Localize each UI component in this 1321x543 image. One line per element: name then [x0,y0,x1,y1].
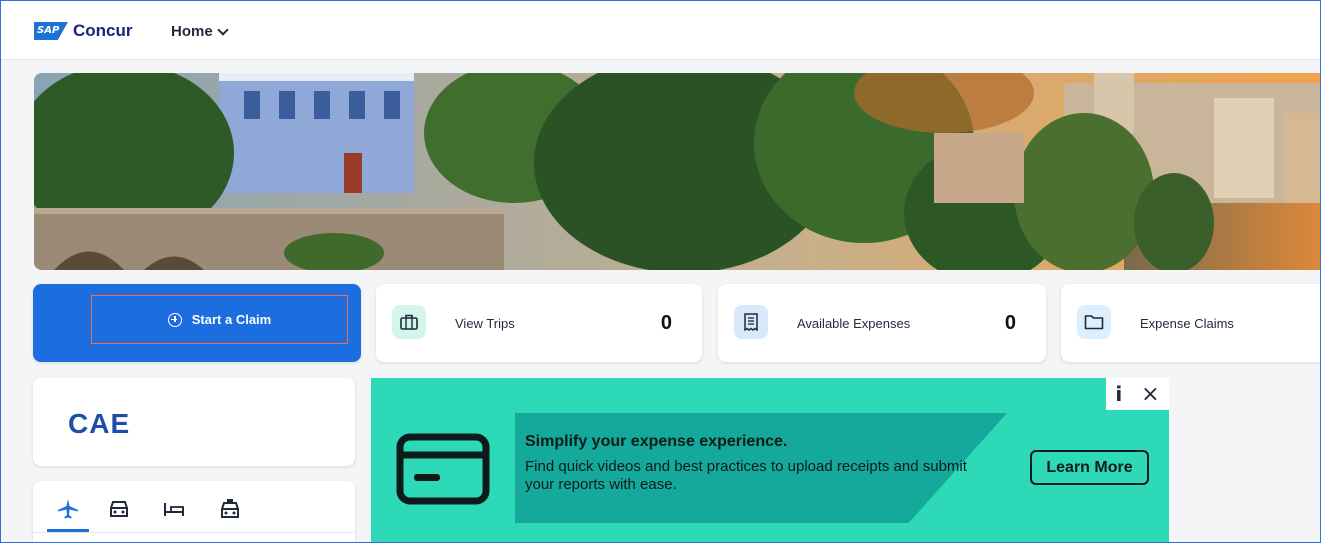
credit-card-icon [396,433,490,505]
available-expenses-label: Available Expenses [797,316,911,331]
hotel-bed-icon[interactable] [161,496,187,522]
top-navigation-bar: SAP Concur Home [1,1,1320,60]
folder-icon [1077,305,1111,339]
flight-icon[interactable] [55,496,81,522]
start-claim-tile: Start a Claim [33,284,361,362]
travel-booking-card [33,481,355,542]
start-claim-button[interactable]: Start a Claim [91,295,348,344]
home-menu[interactable]: Home [171,23,229,40]
home-menu-label: Home [171,23,213,40]
expense-claims-tile[interactable]: Expense Claims [1061,284,1320,362]
riverside-scene-illustration [34,73,1320,270]
close-icon[interactable]: × [1141,382,1159,407]
promo-text: Find quick videos and best practices to … [525,458,967,493]
sap-concur-logo[interactable]: SAP Concur [34,21,133,41]
promo-banner: Simplify your expense experience. Find q… [371,378,1169,542]
promo-controls: i × [1106,378,1169,410]
concur-logo-text: Concur [73,21,133,40]
taxi-icon[interactable] [217,496,243,522]
expense-claims-label: Expense Claims [1140,316,1234,331]
view-trips-label: View Trips [455,316,515,331]
plus-circle-icon [167,312,182,327]
hero-banner-image [34,73,1320,270]
receipt-icon [734,305,768,339]
promo-title: Simplify your expense experience. [525,433,788,450]
car-icon[interactable] [106,496,132,522]
view-trips-tile[interactable]: View Trips 0 [376,284,702,362]
sap-logo-badge: SAP [34,22,68,40]
tab-divider [33,532,355,533]
company-logo-card: CAE [33,378,355,466]
view-trips-count: 0 [660,312,672,334]
app-frame: SAP Concur Home Start a Claim View Trips… [0,0,1321,543]
learn-more-button[interactable]: Learn More [1030,450,1149,485]
chevron-down-icon [217,23,229,36]
available-expenses-tile[interactable]: Available Expenses 0 [718,284,1046,362]
company-logo-text: CAE [68,408,131,439]
start-claim-label: Start a Claim [191,312,272,327]
available-expenses-count: 0 [1004,312,1016,334]
briefcase-icon [392,305,426,339]
info-icon[interactable]: i [1115,382,1122,406]
